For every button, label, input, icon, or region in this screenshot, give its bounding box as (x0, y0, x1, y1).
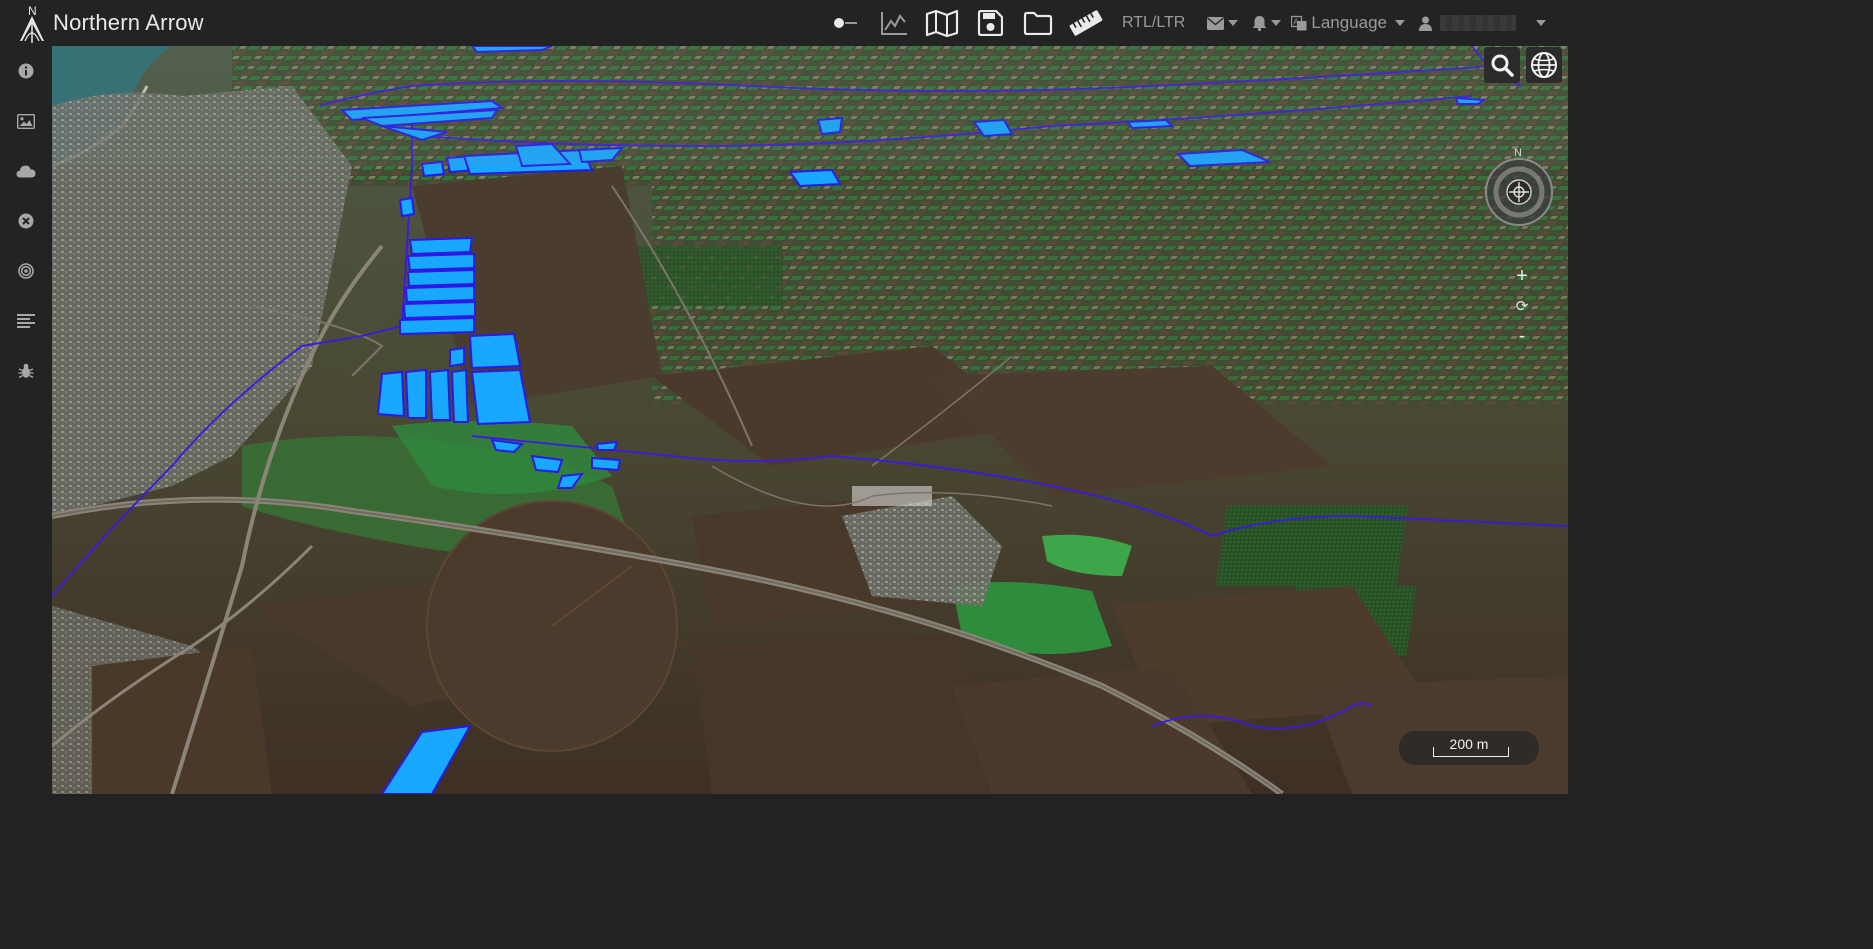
cloud-icon (16, 165, 36, 178)
logo-letter: N (28, 4, 37, 18)
user-icon (1419, 16, 1432, 31)
scale-ruler (1433, 747, 1509, 757)
app-root: N Northern Arrow RTL/LTR A Language N + … (0, 0, 1568, 794)
toggle-switch[interactable] (826, 0, 866, 46)
search-icon (1491, 54, 1514, 77)
chevron-down-icon (1395, 20, 1405, 26)
bell-icon (1252, 16, 1267, 31)
toolbar: RTL/LTR A Language (826, 0, 1568, 46)
globe-icon (1531, 52, 1557, 78)
open-folder-button[interactable] (1014, 0, 1062, 46)
north-arrow-logo-icon: N (20, 4, 44, 43)
search-button[interactable] (1484, 47, 1520, 83)
measure-button[interactable] (1062, 0, 1110, 46)
brand[interactable]: N Northern Arrow (0, 0, 204, 46)
navigation-compass[interactable]: N (1482, 146, 1556, 226)
map-viewport[interactable]: N + ⟳ - 200 m (52, 46, 1568, 794)
chevron-down-icon (1271, 20, 1282, 26)
zoom-reset-button[interactable]: ⟳ (1506, 291, 1538, 321)
save-icon (977, 10, 1003, 36)
sidebar-item-info[interactable] (0, 46, 52, 96)
list-icon (17, 314, 35, 328)
scale-bar: 200 m (1399, 731, 1539, 765)
rtl-ltr-toggle[interactable]: RTL/LTR (1122, 14, 1185, 32)
app-title: Northern Arrow (53, 10, 204, 35)
folder-icon (1023, 11, 1053, 35)
info-icon (18, 63, 34, 79)
zoom-control: + ⟳ - (1506, 261, 1538, 351)
language-label: Language (1311, 13, 1387, 32)
bug-icon (18, 363, 34, 379)
globe-view-button[interactable] (1526, 47, 1562, 83)
satellite-terrain (52, 46, 1568, 794)
language-dropdown[interactable]: A Language (1291, 0, 1405, 46)
target-icon (18, 263, 34, 279)
line-chart-icon (880, 12, 907, 35)
compass-north-label: N (1514, 147, 1522, 159)
sidebar (0, 46, 52, 794)
chart-button[interactable] (870, 0, 918, 46)
zoom-in-button[interactable]: + (1506, 261, 1538, 291)
save-button[interactable] (966, 0, 1014, 46)
sidebar-item-clear[interactable] (0, 196, 52, 246)
sidebar-item-imagery[interactable] (0, 96, 52, 146)
close-circle-icon (18, 213, 34, 229)
sidebar-item-layers-list[interactable] (0, 296, 52, 346)
map-button[interactable] (918, 0, 966, 46)
chevron-down-icon (1228, 20, 1239, 26)
toggle-icon (833, 18, 857, 28)
ruler-icon (1069, 10, 1103, 36)
map-icon (925, 9, 959, 37)
top-navbar: N Northern Arrow RTL/LTR A Language (0, 0, 1568, 46)
chevron-down-icon (1536, 20, 1546, 26)
messages-dropdown[interactable] (1207, 0, 1239, 46)
language-icon: A (1291, 15, 1307, 31)
zoom-out-button[interactable]: - (1506, 321, 1538, 351)
image-icon (17, 113, 35, 129)
notifications-dropdown[interactable] (1252, 0, 1282, 46)
sidebar-item-debug[interactable] (0, 346, 52, 396)
envelope-icon (1207, 16, 1225, 30)
user-dropdown[interactable] (1419, 0, 1546, 46)
user-name-redacted (1440, 15, 1516, 31)
sidebar-item-weather[interactable] (0, 146, 52, 196)
sidebar-item-target[interactable] (0, 246, 52, 296)
